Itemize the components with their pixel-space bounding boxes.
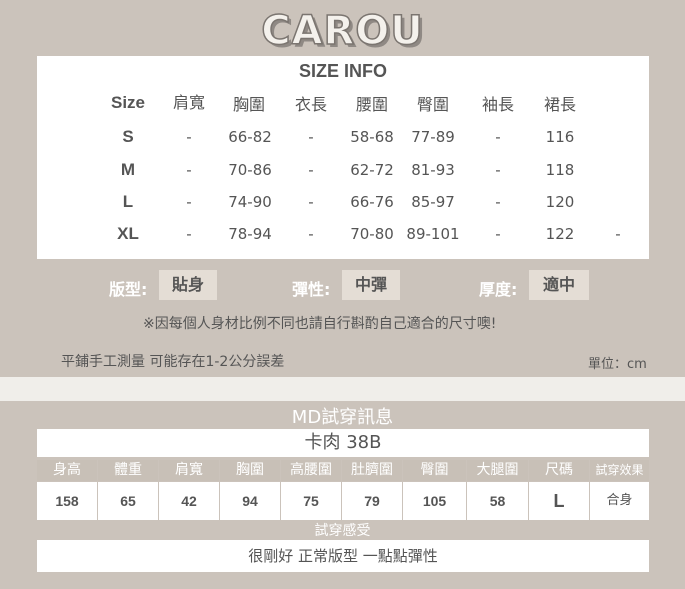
cell-length: - — [308, 128, 314, 146]
feel-text: 很剛好 正常版型 一點點彈性 — [37, 540, 649, 572]
row-size: L — [122, 192, 134, 211]
header-skirt: 裙長 — [543, 95, 576, 114]
cell-waist: 70-80 — [350, 225, 394, 243]
fit-header: 臀圍 — [403, 460, 466, 481]
thickness-label: 厚度: — [479, 280, 518, 299]
brand-logo: CAROU — [260, 7, 424, 55]
cell-chest: 70-86 — [228, 161, 272, 179]
fit-header: 體重 — [98, 460, 158, 481]
measurement-note: 平鋪手工測量 可能存在1-2公分誤差 — [61, 354, 285, 370]
fit-header: 肩寬 — [159, 460, 219, 481]
fit-value: L — [529, 482, 589, 520]
fit-header: 試穿效果 — [590, 460, 649, 481]
fit-value: 合身 — [590, 482, 649, 520]
row-size: XL — [117, 224, 139, 243]
cell-shoulder: - — [186, 193, 192, 211]
cell-skirt: 120 — [545, 193, 575, 211]
cell-extra: - — [615, 225, 621, 243]
size-info-panel: SIZE INFO Size 肩寬 胸圍 衣長 腰圍 臀圍 袖長 裙長 S - … — [37, 56, 649, 259]
fit-label: 版型: — [109, 280, 148, 299]
fit-value: 94 — [220, 482, 280, 520]
header-sleeve: 袖長 — [481, 95, 514, 114]
fit-value: 58 — [467, 482, 528, 520]
cell-waist: 62-72 — [350, 161, 394, 179]
fit-value: 75 — [281, 482, 341, 520]
cell-hip: 89-101 — [406, 225, 460, 243]
size-info-title: SIZE INFO — [298, 61, 387, 81]
cell-skirt: 122 — [545, 225, 575, 243]
header-chest: 胸圍 — [232, 95, 265, 114]
md-section-title: MD試穿訊息 — [291, 407, 394, 428]
fit-header: 胸圍 — [220, 460, 280, 481]
fit-value: 42 — [159, 482, 219, 520]
cell-sleeve: - — [495, 193, 501, 211]
header-waist: 腰圍 — [355, 95, 388, 114]
cell-waist: 58-68 — [350, 128, 394, 146]
fit-value: 158 — [37, 482, 97, 520]
header-length: 衣長 — [294, 95, 327, 114]
cell-sleeve: - — [495, 161, 501, 179]
fit-header: 尺碼 — [529, 460, 589, 481]
fit-header: 高腰圍 — [281, 460, 341, 481]
fit-header: 大腿圍 — [467, 460, 528, 481]
fit-value: 79 — [342, 482, 402, 520]
row-size: S — [122, 127, 134, 146]
cell-skirt: 118 — [545, 161, 575, 179]
fit-header: 身高 — [37, 460, 97, 481]
cell-chest: 66-82 — [228, 128, 272, 146]
cell-length: - — [308, 161, 314, 179]
stretch-label: 彈性: — [292, 280, 331, 299]
cell-sleeve: - — [495, 128, 501, 146]
row-size: M — [120, 160, 136, 179]
fit-value: 105 — [403, 482, 466, 520]
fit-header: 肚臍圍 — [342, 460, 402, 481]
cell-length: - — [308, 193, 314, 211]
cell-hip: 85-97 — [411, 193, 455, 211]
feel-title: 試穿感受 — [314, 523, 371, 539]
cell-chest: 78-94 — [228, 225, 272, 243]
model-name: 卡肉 38B — [37, 429, 649, 457]
cell-chest: 74-90 — [228, 193, 272, 211]
cell-hip: 77-89 — [411, 128, 455, 146]
header-size: Size — [110, 93, 146, 112]
unit-label: 單位：cm — [588, 357, 647, 372]
header-shoulder: 肩寬 — [172, 93, 205, 112]
cell-shoulder: - — [186, 161, 192, 179]
header-hip: 臀圍 — [416, 95, 449, 114]
cell-length: - — [308, 225, 314, 243]
cell-sleeve: - — [495, 225, 501, 243]
fit-value: 貼身 — [159, 270, 217, 300]
cell-shoulder: - — [186, 128, 192, 146]
size-advice-note: ※因每個人身材比例不同也請自行斟酌自己適合的尺寸噢! — [143, 316, 497, 332]
cell-waist: 66-76 — [350, 193, 394, 211]
cell-skirt: 116 — [545, 128, 575, 146]
fit-value: 65 — [98, 482, 158, 520]
stretch-value: 中彈 — [342, 270, 400, 300]
cell-hip: 81-93 — [411, 161, 455, 179]
cell-shoulder: - — [186, 225, 192, 243]
section-divider — [0, 377, 685, 401]
thickness-value: 適中 — [529, 270, 589, 300]
